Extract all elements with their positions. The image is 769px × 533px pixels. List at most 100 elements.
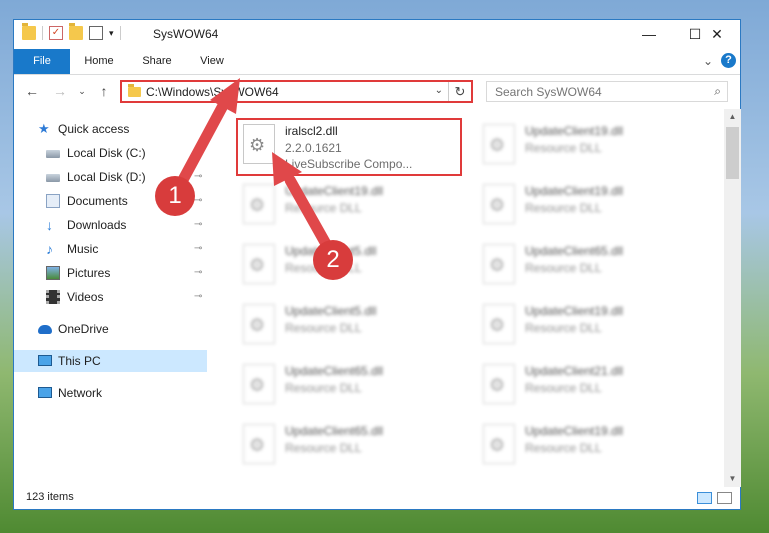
- sidebar-item-videos[interactable]: Videos ⊸: [14, 286, 207, 308]
- file-description: Resource DLL: [525, 201, 602, 215]
- file-name: UpdateClient65.dll: [285, 364, 384, 378]
- tab-view[interactable]: View: [189, 49, 235, 74]
- details-view-icon[interactable]: [697, 492, 712, 504]
- file-item[interactable]: UpdateClient5.dll Resource DLL: [239, 236, 469, 292]
- close-button[interactable]: ✕: [694, 20, 740, 49]
- search-icon[interactable]: ⌕: [714, 84, 721, 99]
- step-1-badge: 1: [155, 176, 195, 216]
- sidebar-item-local-disk-c[interactable]: Local Disk (C:) ⊸: [14, 142, 207, 164]
- tab-file[interactable]: File: [14, 49, 70, 74]
- item-count: 123 items: [26, 491, 74, 503]
- file-item-iralscl2[interactable]: iralscl2.dll 2.2.0.1621 LiveSubscribe Co…: [236, 116, 469, 176]
- dll-file-icon: [483, 184, 515, 224]
- file-item[interactable]: UpdateClient65.dll Resource DLL: [239, 416, 469, 472]
- pin-icon[interactable]: ⊸: [194, 238, 202, 260]
- sidebar-item-label: Downloads: [67, 218, 127, 232]
- address-bar[interactable]: C:\Windows\SysWOW64 ⌄ ↻: [120, 80, 473, 103]
- scroll-thumb[interactable]: [726, 127, 739, 179]
- pin-icon[interactable]: ⊸: [194, 214, 202, 236]
- ribbon-expand-icon[interactable]: ⌄: [703, 54, 713, 68]
- drive-icon: [46, 150, 60, 158]
- dll-file-icon: [483, 244, 515, 284]
- tab-home[interactable]: Home: [74, 49, 124, 74]
- file-item[interactable]: UpdateClient65.dll Resource DLL: [239, 356, 469, 412]
- documents-icon: [46, 194, 60, 208]
- folder-icon: [128, 84, 141, 97]
- dll-file-icon: [243, 364, 275, 404]
- dll-file-icon: [483, 424, 515, 464]
- file-name: UpdateClient65.dll: [285, 424, 384, 438]
- sidebar-item-network[interactable]: Network: [14, 382, 207, 404]
- explorer-window: ✓ ▾ SysWOW64 — ☐ ✕ File Home Share View …: [13, 19, 741, 510]
- sidebar-item-pictures[interactable]: Pictures ⊸: [14, 262, 207, 284]
- pin-icon[interactable]: ⊸: [194, 286, 202, 308]
- file-name: UpdateClient19.dll: [525, 184, 624, 198]
- search-box[interactable]: ⌕: [486, 81, 728, 102]
- navigation-bar: ← → ⌄ ↑ C:\Windows\SysWOW64 ⌄ ↻ ⌕: [14, 75, 740, 109]
- file-description: Resource DLL: [285, 441, 362, 455]
- scroll-up-icon[interactable]: ▲: [724, 109, 741, 125]
- file-description: Resource DLL: [525, 261, 602, 275]
- file-name: UpdateClient19.dll: [525, 304, 624, 318]
- window-title: SysWOW64: [153, 27, 219, 41]
- sidebar-item-onedrive[interactable]: OneDrive: [14, 318, 207, 340]
- file-item[interactable]: UpdateClient19.dll Resource DLL: [479, 416, 709, 472]
- dll-file-icon: [243, 244, 275, 284]
- file-name: UpdateClient19.dll: [525, 124, 624, 138]
- sidebar-item-quick-access[interactable]: ★ Quick access: [14, 118, 207, 140]
- dll-file-icon: [483, 364, 515, 404]
- status-bar: 123 items: [14, 487, 740, 509]
- address-path[interactable]: C:\Windows\SysWOW64: [146, 85, 279, 99]
- sidebar-item-label: Local Disk (D:): [67, 170, 146, 184]
- pin-icon[interactable]: ⊸: [194, 190, 202, 212]
- refresh-icon[interactable]: ↻: [448, 82, 471, 101]
- help-icon[interactable]: ?: [721, 53, 736, 68]
- toolbar-dropdown-icon[interactable]: ▾: [109, 28, 114, 39]
- file-item[interactable]: UpdateClient21.dll Resource DLL: [479, 356, 709, 412]
- file-item[interactable]: UpdateClient19.dll Resource DLL: [479, 176, 709, 232]
- pictures-icon: [46, 266, 60, 280]
- up-arrow-icon[interactable]: ↑: [94, 81, 114, 101]
- file-item[interactable]: UpdateClient5.dll Resource DLL: [239, 296, 469, 352]
- toolbar-divider: [42, 26, 43, 40]
- search-input[interactable]: [493, 84, 697, 100]
- new-folder-icon[interactable]: [69, 23, 83, 40]
- file-name: UpdateClient21.dll: [525, 364, 624, 378]
- minimize-button[interactable]: —: [626, 20, 672, 49]
- download-icon: ↓: [46, 217, 53, 233]
- customize-toolbar-icon[interactable]: [89, 26, 103, 40]
- pin-icon[interactable]: ⊸: [194, 166, 202, 188]
- forward-arrow-icon[interactable]: →: [50, 81, 70, 101]
- scroll-down-icon[interactable]: ▼: [724, 471, 741, 487]
- sidebar-item-label: Music: [67, 242, 99, 256]
- drive-icon: [46, 174, 60, 182]
- properties-check-icon[interactable]: ✓: [49, 26, 63, 40]
- file-name: iralscl2.dll: [285, 124, 338, 138]
- pin-icon[interactable]: ⊸: [194, 262, 202, 284]
- sidebar-item-label: Documents: [67, 194, 128, 208]
- sidebar-item-label: Videos: [67, 290, 104, 304]
- network-icon: [38, 387, 52, 398]
- music-icon: ♪: [46, 241, 53, 257]
- tab-share[interactable]: Share: [132, 49, 182, 74]
- vertical-scrollbar[interactable]: ▲ ▼: [724, 109, 741, 487]
- dll-file-icon: [243, 184, 275, 224]
- sidebar-item-downloads[interactable]: ↓ Downloads ⊸: [14, 214, 207, 236]
- back-arrow-icon[interactable]: ←: [22, 81, 42, 101]
- sidebar-item-this-pc[interactable]: This PC: [14, 350, 207, 372]
- recent-locations-icon[interactable]: ⌄: [72, 81, 92, 101]
- address-dropdown-icon[interactable]: ⌄: [435, 85, 443, 96]
- file-description: Resource DLL: [525, 321, 602, 335]
- folder-icon: [22, 23, 36, 40]
- file-item[interactable]: UpdateClient19.dll Resource DLL: [479, 296, 709, 352]
- file-list: iralscl2.dll 2.2.0.1621 LiveSubscribe Co…: [221, 112, 721, 484]
- pin-icon[interactable]: ⊸: [194, 142, 202, 164]
- sidebar-item-music[interactable]: ♪ Music ⊸: [14, 238, 207, 260]
- file-item[interactable]: UpdateClient19.dll Resource DLL: [239, 176, 469, 232]
- large-icons-view-icon[interactable]: [717, 492, 732, 504]
- sidebar-item-label: Pictures: [67, 266, 111, 280]
- cloud-icon: [38, 325, 52, 334]
- file-item[interactable]: UpdateClient65.dll Resource DLL: [479, 236, 709, 292]
- file-item[interactable]: UpdateClient19.dll Resource DLL: [479, 116, 709, 172]
- sidebar-item-label: This PC: [58, 354, 101, 368]
